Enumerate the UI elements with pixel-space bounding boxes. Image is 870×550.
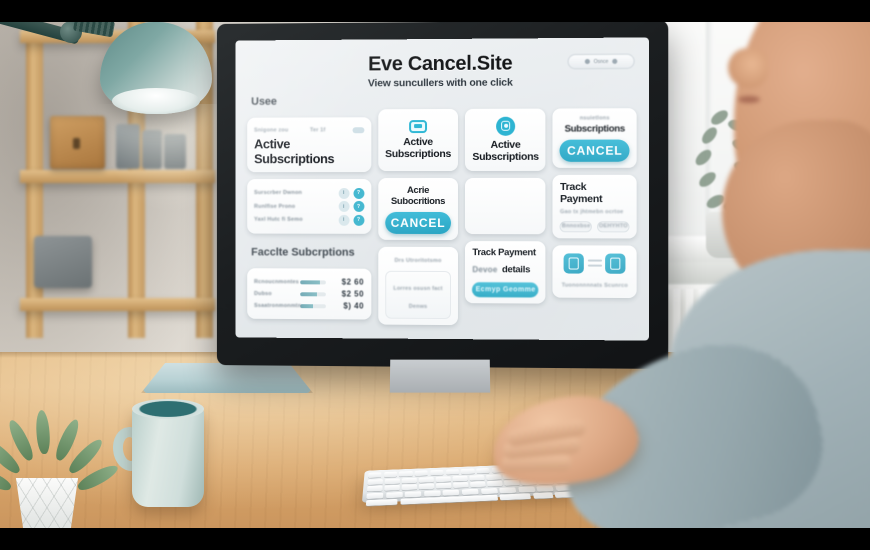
progress-bar [300, 292, 326, 297]
succulent-plant [0, 396, 121, 546]
cancel-card-meta: nsuietlons [579, 115, 610, 122]
track-payment-details-prefix: Devoe [472, 265, 498, 275]
card-title-line1: Active [490, 138, 521, 151]
card-title-line2: Subscriptions [385, 147, 451, 160]
cancel-button[interactable]: CANCEL [384, 211, 452, 235]
track-payment-title: Track Payment [560, 181, 603, 206]
pill-b-label: OEHYHTO [598, 223, 628, 230]
empty-placeholder-card [465, 177, 546, 235]
meter-value: $2 60 [341, 277, 364, 287]
toggle-icon[interactable] [352, 126, 364, 133]
active-subscriptions-icon-card[interactable]: Active Subscriptions [377, 108, 459, 172]
web-page: Eve Cancel.Site View suncullers with one… [235, 37, 648, 340]
list-item[interactable]: Runlfise Prono i ? [254, 201, 364, 213]
meter-label: Dubso [254, 290, 272, 297]
table-row: Dubso $2 50 [254, 289, 364, 299]
column-left: Usee Snigone zou Ter 1f Active Subscript… [247, 89, 371, 324]
monitor-stand-foot [141, 363, 313, 393]
table-row: Ssaatronmonmtn $) 40 [254, 301, 364, 311]
user-icon [612, 58, 618, 64]
letterbox-top [0, 0, 870, 22]
favorite-section-label: Facclte Subcrptions [251, 246, 355, 259]
cancel-button[interactable]: CANCEL [560, 139, 630, 163]
person-lips [738, 96, 760, 103]
list-item[interactable]: Surscrber Dwnon i ? [254, 187, 364, 199]
active-subscriptions-title: Active Subscriptions [254, 136, 335, 167]
list-item[interactable]: Yaxl Hutc fi Semo i ? [254, 214, 364, 226]
cancel-card-title: Subscriptions [564, 123, 625, 135]
track-payment-details-bold: details [501, 264, 531, 276]
info-icon[interactable]: i [338, 201, 350, 213]
table-row: Rcnoucnmontes $2 60 [254, 277, 364, 287]
rectangle-card-icon [409, 119, 427, 133]
circle-icon [584, 59, 590, 65]
column-middle: Active Subscriptions Acrie Subocritions … [377, 89, 459, 326]
letterbox-bottom [0, 528, 870, 550]
track-payment-details-title-1: Track Payment [472, 247, 536, 259]
monitor-stand-neck [389, 359, 491, 393]
info-icon[interactable]: i [338, 214, 350, 226]
monitor-screen: Eve Cancel.Site View suncullers with one… [235, 37, 649, 341]
favorite-subscriptions-card: Rcnoucnmontes $2 60 Dubso $2 50 Ssaatron… [247, 268, 371, 320]
cancel-card-top: nsuietlons Subscriptions CANCEL [552, 108, 637, 169]
list-item-label: Yaxl Hutc fi Semo [254, 216, 303, 223]
header-account-badge[interactable]: Osnce [567, 53, 635, 70]
help-icon[interactable]: ? [353, 187, 364, 199]
progress-bar [300, 303, 326, 309]
desk-scene: Eve Cancel.Site View suncullers with one… [0, 0, 870, 550]
column-middle-2: Active Subscriptions Track Payment Devoe… [465, 88, 546, 326]
person-nose [728, 48, 768, 88]
mug-rim [132, 399, 204, 419]
cancel-card-mid-title: Acrie Subocritions [390, 185, 446, 208]
progress-bar [300, 280, 326, 285]
person-typing [485, 0, 870, 550]
placeholder-pill[interactable]: Lorres osusn fact Denws [384, 271, 452, 320]
meter-value: $2 50 [341, 289, 364, 299]
placeholder-pill-label: Lorres osusn fact Denws [393, 286, 443, 311]
meter-label: Rcnoucnmontes [254, 278, 299, 285]
active-subscriptions-card[interactable]: Snigone zou Ter 1f Active Subscriptions [247, 117, 371, 173]
icons-card-caption: Tuononnnnats Scunrco [561, 282, 628, 289]
active-subscriptions-lock-card[interactable]: Active Subscriptions [465, 108, 546, 171]
lock-circle-icon [495, 116, 516, 136]
pill-a-label: Bnnoxbse [561, 223, 591, 230]
user-section-label: Usee [251, 95, 277, 108]
column-right: nsuietlons Subscriptions CANCEL Track Pa… [552, 88, 637, 327]
info-icon[interactable]: i [338, 187, 350, 199]
header-badge-label: Osnce [593, 58, 609, 65]
help-icon[interactable]: ? [353, 201, 364, 213]
grey-box [34, 236, 92, 288]
document-icon[interactable] [564, 252, 585, 274]
computer-monitor: Eve Cancel.Site View suncullers with one… [214, 19, 669, 393]
placeholder-line: Drs Utroritotsmo [394, 257, 442, 265]
card-meta-right: Ter 1f [309, 126, 326, 133]
icons-card: Tuononnnnats Scunrco [552, 244, 637, 298]
card-title-line1: Active [403, 135, 433, 148]
cancel-card-mid: Acrie Subocritions CANCEL [377, 177, 459, 241]
ceramic-mug [110, 395, 214, 511]
mug-body [132, 407, 204, 507]
track-payment-details-card: Track Payment Devoe details Ecmyp Geomme [465, 241, 546, 304]
subscription-list-card: Surscrber Dwnon i ? Runlfise Prono i ? Y… [247, 179, 371, 235]
divider [587, 259, 602, 267]
card-title-line2: Subscriptions [472, 150, 539, 163]
placeholder-card: Drs Utroritotsmo Lorres osusn fact Denws [377, 246, 459, 326]
setup-button[interactable]: Ecmyp Geomme [472, 282, 539, 298]
track-payment-pill-a[interactable]: Bnnoxbse [560, 220, 593, 232]
track-payment-subtitle: Gao tx jhtmebn ocrtoe [560, 209, 624, 216]
help-icon[interactable]: ? [353, 214, 364, 226]
card-grid: Usee Snigone zou Ter 1f Active Subscript… [245, 88, 638, 327]
track-payment-pill-b[interactable]: OEHYHTO [597, 220, 630, 232]
list-item-label: Surscrber Dwnon [254, 190, 303, 197]
meter-label: Ssaatronmonmtn [254, 302, 302, 309]
site-subtitle: View suncullers with one click [367, 76, 513, 90]
list-item-label: Runlfise Prono [254, 203, 296, 210]
card-meta-left: Snigone zou [254, 126, 289, 134]
page-header: Eve Cancel.Site View suncullers with one… [245, 46, 638, 90]
meter-value: $) 40 [343, 301, 364, 311]
export-icon[interactable] [605, 253, 626, 274]
track-payment-card: Track Payment Gao tx jhtmebn ocrtoe Bnno… [552, 175, 637, 238]
